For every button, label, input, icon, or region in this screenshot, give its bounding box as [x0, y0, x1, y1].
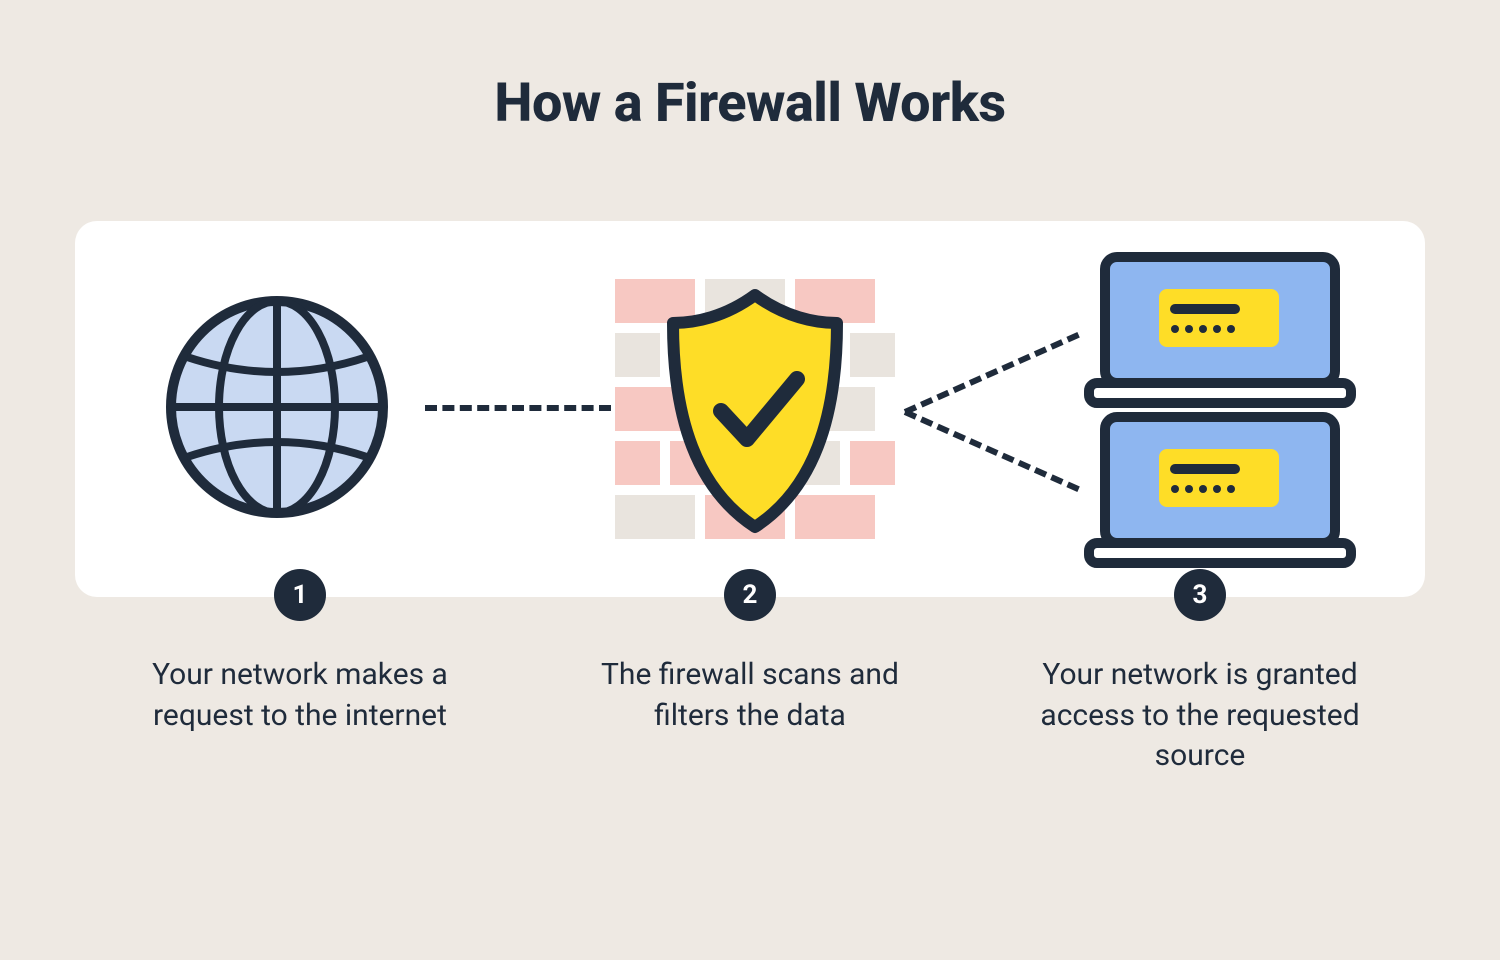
- step-badge: 1: [274, 569, 326, 621]
- page-title: How a Firewall Works: [494, 72, 1005, 135]
- step-badge: 2: [724, 569, 776, 621]
- laptop-stack-icon: [1075, 251, 1365, 575]
- diagram-card: [75, 221, 1425, 597]
- step-badge: 3: [1174, 569, 1226, 621]
- step-text: Your network is granted access to the re…: [1020, 655, 1380, 777]
- steps-row: 1 Your network makes a request to the in…: [75, 569, 1425, 777]
- step-text: The firewall scans and filters the data: [570, 655, 930, 736]
- step-text: Your network makes a request to the inte…: [120, 655, 480, 736]
- connector-line: [904, 409, 1080, 492]
- connector-line: [904, 332, 1080, 415]
- step-1: 1 Your network makes a request to the in…: [75, 569, 525, 777]
- step-3: 3 Your network is granted access to the …: [975, 569, 1425, 777]
- shield-check-icon: [605, 259, 905, 563]
- step-2: 2 The firewall scans and filters the dat…: [525, 569, 975, 777]
- connector-line: [425, 405, 611, 411]
- globe-icon: [157, 287, 397, 531]
- firewall-diagram: How a Firewall Works: [0, 0, 1500, 960]
